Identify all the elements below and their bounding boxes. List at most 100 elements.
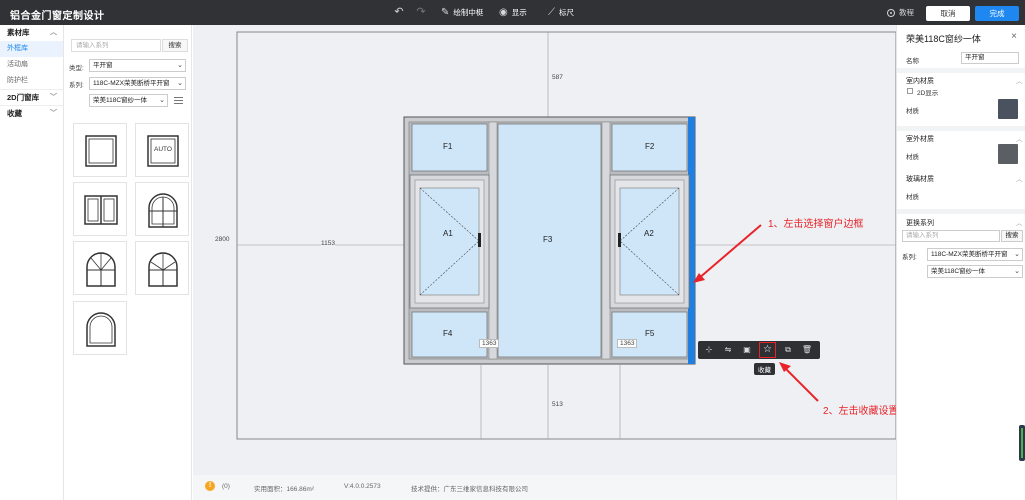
type-select-value: 平开窗 [93,62,113,69]
library-search-button[interactable]: 搜索 [162,39,188,52]
redo-icon[interactable]: ↷ [414,6,428,19]
show-button[interactable]: ◉ 显示 [499,6,527,19]
nav-guardrail[interactable]: 防护栏 [0,73,63,89]
frame-tile-double[interactable] [73,182,127,236]
arch-grid-window-icon [86,252,116,287]
status-provider: 技术提供：广东三维家信息科技有限公司 [411,486,528,493]
show-2d-checkbox[interactable] [907,88,913,94]
draw-mullion-button[interactable]: ✎ 绘制中梃 [441,6,483,19]
chevron-down-icon: ⌄ [159,97,165,104]
frame-tile-arch-single[interactable] [73,301,127,355]
close-icon[interactable]: × [1011,31,1017,42]
design-canvas[interactable]: F1 F2 F3 F4 F5 A1 A2 587 2800 1153 513 1… [193,25,899,500]
show-label: 显示 [511,8,527,17]
frame-tile-single[interactable] [73,123,127,177]
nav-outer-frame[interactable]: 外框库 [0,41,63,57]
dim-left-label: 1153 [321,240,335,247]
indoor-material-heading: 室内材质 [906,78,934,85]
ruler-label: 标尺 [559,8,574,17]
handle-a2 [618,233,621,247]
indoor-material-label: 材质 [906,108,919,115]
chevron-up-icon[interactable]: ︿ [1016,217,1023,227]
app-title: 铝合金门窗定制设计 [10,11,105,22]
frame-tile-arch-fan[interactable] [135,241,189,295]
draw-mullion-label: 绘制中梃 [453,8,484,17]
frame-tile-arch-grid[interactable] [73,241,127,295]
pencil-icon: ✎ [441,7,450,18]
favorite-tooltip: 收藏 [754,363,775,375]
chevron-down-icon: ⌄ [1014,251,1020,258]
series-select[interactable]: 118C-MZX荣美断桥平开窗 ⌄ [89,77,186,90]
frame-edit-icon[interactable]: ▣ [741,344,753,356]
chevron-up-icon[interactable]: ︿ [1016,173,1023,183]
double-window-icon [84,195,118,225]
delete-icon[interactable]: 🗑 [801,344,813,356]
chevron-up-icon: ︿ [50,29,57,36]
annotation-arrow-1 [697,224,762,280]
arch-fan-window-icon [148,252,178,287]
chevron-up-icon[interactable]: ︿ [1016,75,1023,85]
dim-left-total-label: 2800 [215,236,230,243]
series-search-input[interactable]: 请输入系列 [902,230,1000,242]
show-2d-label: 2D显示 [917,90,939,97]
status-version: V:4.0.0.2573 [344,483,381,490]
arch-single-window-icon [86,312,116,347]
pane-a2 [619,187,680,296]
cancel-button[interactable]: 取消 [926,6,970,21]
library-search-input[interactable]: 请输入系列 [71,39,161,52]
chevron-down-icon: ⌄ [1014,268,1020,275]
series-search-button[interactable]: 搜索 [1001,230,1023,242]
info-icon[interactable]: ! [205,481,215,491]
annotation-arrow-2-head [779,362,791,372]
chevron-down-icon: ⌄ [177,80,183,87]
indoor-material-swatch[interactable] [998,99,1018,119]
ruler-icon: ⟋ [548,7,555,18]
undo-icon[interactable]: ↶ [392,6,406,19]
nav-material-lib-label: 素材库 [7,28,30,37]
frame-tile-auto[interactable]: AUTO [135,123,189,177]
tutorial-icon [887,8,895,17]
pane-f4-label: F4 [443,329,453,338]
glass-material-label: 材质 [906,194,919,201]
outdoor-material-swatch[interactable] [998,144,1018,164]
outdoor-material-label: 材质 [906,154,919,161]
chevron-up-icon[interactable]: ︿ [1016,133,1023,143]
done-button[interactable]: 完成 [975,6,1019,21]
flip-icon[interactable]: ⇋ [722,344,734,356]
status-area: 实用面积：166.86m² [254,486,314,493]
series-label: 系列: [69,82,84,89]
subseries-select-value: 荣美118C窗纱一体 [931,268,986,275]
properties-panel: 荣美118C窗纱一体 × 名称 平开窗 室内材质 ︿ 2D显示 材质 室外材质 … [896,25,1025,500]
pane-a2-label: A2 [644,229,654,238]
annotation-step1: 1、左击选择窗户边框 [768,219,864,230]
pane-a1 [419,187,480,296]
annotation-arrow-2 [784,367,819,402]
top-bar: 铝合金门窗定制设计 ↶ ↷ ✎ 绘制中梃 ◉ 显示 ⟋ 标尺 教程 取消 完成 [0,0,1025,25]
subseries-select[interactable]: 荣美118C窗纱一体 ⌄ [89,94,168,107]
series-select[interactable]: 118C-MZX荣美断桥平开窗 ⌄ [927,248,1023,261]
left-nav: 素材库 ︿ 外框库 活动扇 防护栏 2D门窗库 ﹀ 收藏 ﹀ [0,25,64,500]
subseries-select[interactable]: 荣美118C窗纱一体 ⌄ [927,265,1023,278]
type-select[interactable]: 平开窗 ⌄ [89,59,186,72]
copy-icon[interactable]: ⧉ [782,344,794,356]
ruler-button[interactable]: ⟋ 标尺 [548,6,574,19]
nav-material-lib[interactable]: 素材库 ︿ [0,25,63,41]
split-icon[interactable]: ⊹ [703,344,715,356]
tutorial-link[interactable]: 教程 [887,7,914,18]
list-view-icon[interactable] [174,97,183,106]
pane-f2-label: F2 [645,142,655,151]
nav-sash[interactable]: 活动扇 [0,57,63,73]
section-divider [897,209,1025,214]
pane-f1-label: F1 [443,142,453,151]
window-drawing[interactable] [193,25,896,475]
mullion-right [601,121,611,360]
chevron-down-icon: ⌄ [177,62,183,69]
favorite-star-button[interactable]: ☆ [759,342,776,358]
name-label: 名称 [906,58,919,65]
nav-door2d[interactable]: 2D门窗库 ﹀ [0,89,63,105]
name-input[interactable]: 平开窗 [961,52,1019,64]
nav-favorites[interactable]: 收藏 ﹀ [0,105,63,121]
side-scroll-handle[interactable] [1019,425,1025,461]
dim-low-left-label: 1363 [479,339,500,348]
frame-tile-arch-cross[interactable] [135,182,189,236]
